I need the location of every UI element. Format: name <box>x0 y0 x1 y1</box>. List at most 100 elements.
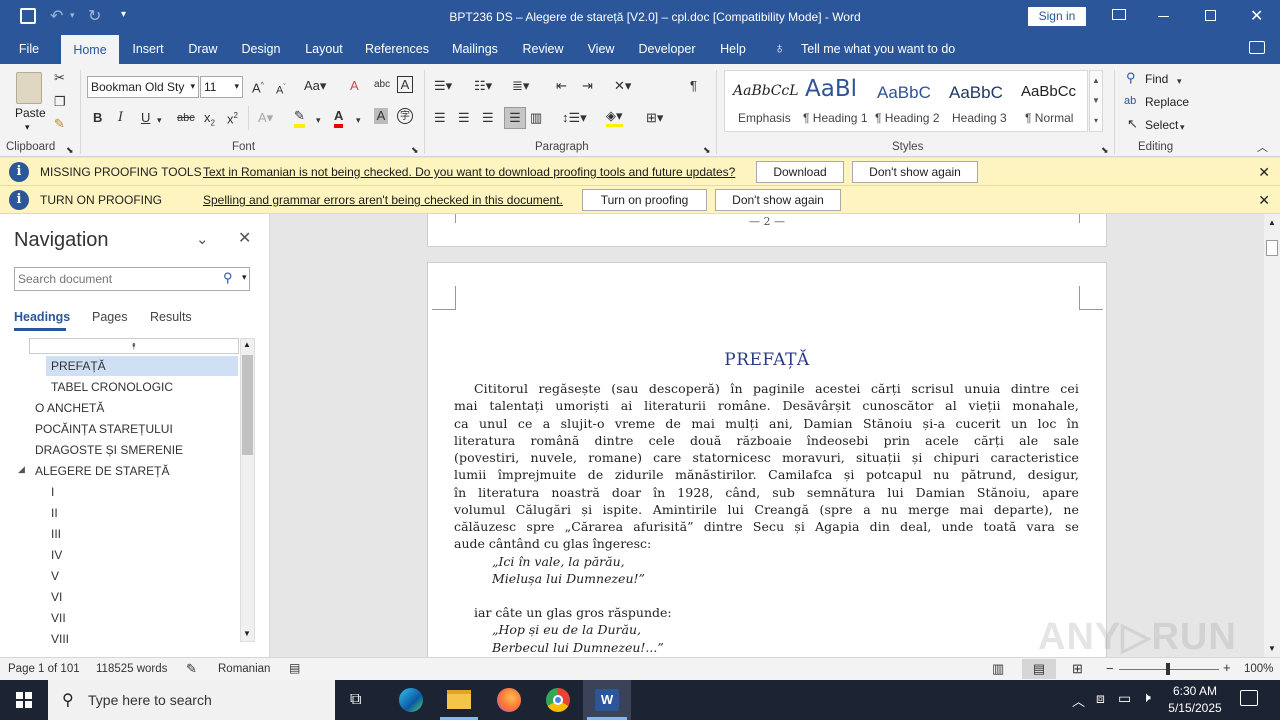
network-icon[interactable]: ▭ <box>1118 690 1131 707</box>
paragraph-line[interactable]: mai talentați umoriști ai literaturii ro… <box>454 398 1079 413</box>
tab-results[interactable]: Results <box>150 310 192 324</box>
paragraph-line[interactable]: aude cântând cu glas îngeresc: <box>454 536 651 551</box>
style-normal[interactable]: AaBbCc ¶ Normal <box>1015 73 1087 129</box>
headings-scrollbar[interactable]: ▲ ▼ <box>240 338 255 642</box>
tab-references[interactable]: References <box>362 34 432 64</box>
expand-triangle-icon[interactable]: ◢ <box>18 464 25 475</box>
show-formatting-marks-icon[interactable]: ¶ <box>690 78 697 94</box>
search-document-box[interactable]: ⚲ ▾ <box>14 267 250 291</box>
line-spacing-icon[interactable]: ↕☰▾ <box>562 110 587 126</box>
decrease-indent-icon[interactable]: ⇤ <box>556 78 567 94</box>
comments-icon[interactable] <box>1249 41 1265 54</box>
verse-line[interactable]: „Hop și eu de la Durău, <box>492 622 641 637</box>
copy-icon[interactable]: ❐ <box>54 94 66 110</box>
clear-formatting-icon[interactable]: A <box>350 78 359 94</box>
shading-icon[interactable]: ◈▾ <box>606 108 623 127</box>
tab-headings[interactable]: Headings <box>14 310 70 324</box>
close-icon[interactable]: ✕ <box>1258 164 1270 181</box>
find-button[interactable]: Find <box>1145 72 1168 86</box>
word-taskbar-button[interactable]: W <box>583 680 631 720</box>
heading-item[interactable]: POCĂINȚA STAREȚULUI <box>35 422 173 436</box>
firefox-icon[interactable] <box>497 688 521 712</box>
heading-item[interactable]: O ANCHETĂ <box>35 401 104 415</box>
task-view-icon[interactable]: ⧉ <box>350 691 361 709</box>
verse-line[interactable]: Berbecul lui Dumnezeu!...” <box>492 640 664 655</box>
tab-insert[interactable]: Insert <box>126 34 170 64</box>
paragraph-line[interactable]: ca unul ce a slujit-o vreme de mai mulți… <box>454 416 1079 431</box>
align-left-icon[interactable]: ☰ <box>434 110 446 126</box>
heading-item[interactable]: VIII <box>51 632 69 646</box>
chevron-down-icon[interactable]: ⌄ <box>196 230 209 248</box>
scroll-thumb[interactable] <box>242 355 253 455</box>
turn-on-proofing-button[interactable]: Turn on proofing <box>582 189 707 211</box>
scroll-up-icon[interactable]: ▲ <box>1268 218 1276 227</box>
paste-dropdown-icon[interactable]: ▾ <box>25 122 30 133</box>
font-launcher-icon[interactable]: ⬊ <box>411 142 419 158</box>
shrink-font-icon[interactable]: Aˇ <box>276 80 286 99</box>
italic-icon[interactable]: I <box>118 110 123 126</box>
replace-button[interactable]: Replace <box>1145 95 1189 109</box>
align-right-icon[interactable]: ☰ <box>482 110 494 126</box>
dont-show-again-button[interactable]: Don't show again <box>715 189 841 211</box>
paragraph-line[interactable]: volumul Călugări și ispite. Amintirile l… <box>454 502 1079 517</box>
phonetic-guide-icon[interactable]: abc <box>374 77 390 93</box>
font-size-box[interactable]: 11 ▾ <box>200 76 243 98</box>
web-layout-icon[interactable]: ⊞ <box>1072 661 1083 677</box>
style-emphasis[interactable]: AaBbCcL Emphasis <box>727 73 799 129</box>
character-shading-icon[interactable]: A <box>374 108 388 124</box>
tab-home[interactable]: Home <box>61 35 119 64</box>
underline-icon[interactable]: U <box>141 110 150 126</box>
font-color-dropdown-icon[interactable]: ▾ <box>356 112 361 128</box>
change-case-icon[interactable]: Aa▾ <box>304 78 326 94</box>
headings-top-bar[interactable]: ⯭ <box>29 338 239 354</box>
cut-icon[interactable]: ✂ <box>54 70 65 86</box>
enclose-characters-icon[interactable]: 字 <box>397 108 413 124</box>
close-icon[interactable]: ✕ <box>1258 192 1270 209</box>
font-color-icon[interactable]: A <box>334 108 344 128</box>
zoom-slider-thumb[interactable] <box>1166 663 1170 675</box>
style-heading-1[interactable]: AaBl ¶ Heading 1 <box>799 73 871 129</box>
minimize-button[interactable] <box>1158 16 1169 17</box>
bullets-icon[interactable]: ☰▾ <box>434 78 452 94</box>
collapse-ribbon-icon[interactable]: ︿ <box>1257 140 1268 156</box>
heading-item[interactable]: II <box>51 506 58 520</box>
verse-line[interactable]: Mielușa lui Dumnezeu!” <box>492 571 645 586</box>
align-center-icon[interactable]: ☰ <box>458 110 470 126</box>
show-hidden-icons[interactable]: ︿ <box>1072 691 1085 710</box>
verse-line[interactable]: „Ici în vale, la părău, <box>492 554 625 569</box>
chevron-down-icon[interactable]: ▾ <box>242 272 247 283</box>
paragraph-line[interactable]: (povestiri, nuvele, romane) care statorn… <box>454 450 1079 465</box>
zoom-level[interactable]: 100% <box>1244 663 1273 675</box>
bold-icon[interactable]: B <box>93 110 102 126</box>
document-heading[interactable]: PREFAȚĂ <box>427 350 1107 370</box>
meet-now-icon[interactable]: ⧈ <box>1096 690 1105 707</box>
styles-scrollbar[interactable]: ▲ ▼ ▾ <box>1089 70 1103 132</box>
subscript-icon[interactable]: x2 <box>204 110 215 132</box>
search-icon[interactable]: ⚲ <box>223 270 233 286</box>
heading-item[interactable]: III <box>51 527 61 541</box>
paragraph-line[interactable]: în literatura noastră doar în 1928, când… <box>454 485 1079 500</box>
underline-dropdown-icon[interactable]: ▾ <box>157 112 162 128</box>
heading-item[interactable]: V <box>51 569 59 583</box>
grow-font-icon[interactable]: A^ <box>252 78 264 96</box>
edge-icon[interactable] <box>399 688 423 712</box>
tab-file[interactable]: File <box>10 34 48 64</box>
proofing-icon[interactable]: ✎ <box>186 661 197 677</box>
read-mode-icon[interactable]: ▥ <box>992 661 1004 677</box>
superscript-icon[interactable]: x2 <box>227 108 238 127</box>
close-button[interactable]: ✕ <box>1250 6 1263 26</box>
heading-item[interactable]: PREFAȚĂ <box>51 359 106 373</box>
paste-button[interactable]: Paste <box>15 106 46 120</box>
paragraph-line[interactable]: Cititorul regăsește (sau descoperă) în p… <box>474 381 1079 396</box>
tab-review[interactable]: Review <box>518 34 568 64</box>
clipboard-launcher-icon[interactable]: ⬊ <box>66 142 74 158</box>
download-button[interactable]: Download <box>756 161 844 183</box>
message-link[interactable]: Spelling and grammar errors aren't being… <box>203 193 563 207</box>
heading-item[interactable]: DRAGOSTE ȘI SMERENIE <box>35 443 183 457</box>
heading-item[interactable]: ALEGERE DE STAREȚĂ <box>35 464 169 478</box>
multilevel-list-icon[interactable]: ≣▾ <box>512 78 529 94</box>
increase-indent-icon[interactable]: ⇥ <box>582 78 593 94</box>
paragraph-line[interactable]: călăuzesc spre „Cărarea afurisită” dintr… <box>454 519 1079 534</box>
tab-design[interactable]: Design <box>236 34 286 64</box>
heading-item[interactable]: VII <box>51 611 66 625</box>
